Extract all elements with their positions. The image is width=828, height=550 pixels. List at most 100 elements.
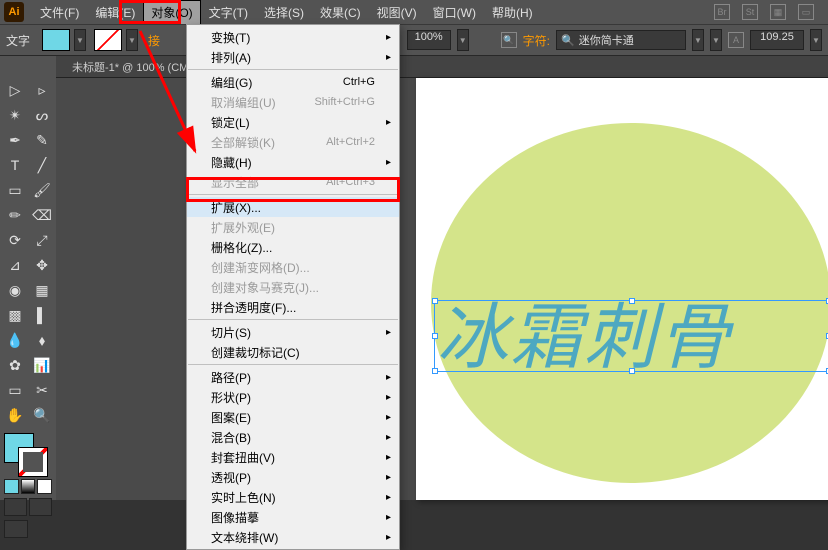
handle-w[interactable] — [432, 333, 438, 339]
selection-tool[interactable]: ▷ — [2, 78, 28, 102]
menu-item-label: 切片(S) — [211, 324, 251, 341]
submenu-arrow-icon: ▸ — [386, 392, 391, 403]
menu-item[interactable]: 形状(P)▸ — [187, 387, 399, 407]
size-dropdown[interactable]: ▼ — [810, 29, 822, 51]
menu-item[interactable]: 文本绕排(W)▸ — [187, 527, 399, 547]
perspective-tool[interactable]: ▦ — [29, 278, 55, 302]
panel-icon-br[interactable]: Br — [714, 4, 730, 20]
menu-item[interactable]: 混合(B)▸ — [187, 427, 399, 447]
menu-item-2[interactable]: 对象(O) — [143, 0, 200, 25]
menu-item[interactable]: 封套扭曲(V)▸ — [187, 447, 399, 467]
menu-item-6[interactable]: 视图(V) — [369, 0, 425, 25]
font-dropdown[interactable]: ▼ — [692, 29, 704, 51]
menu-shortcut: Ctrl+G — [343, 76, 375, 88]
menu-item[interactable]: 图像描摹▸ — [187, 507, 399, 527]
menu-item[interactable]: 编组(G)Ctrl+G — [187, 72, 399, 92]
blend-tool[interactable]: ⬧ — [29, 328, 55, 352]
menu-item[interactable]: 拼合透明度(F)... — [187, 297, 399, 317]
fill-stroke-control[interactable] — [2, 431, 54, 477]
canvas-area[interactable]: 冰霜刺骨 — [56, 78, 828, 500]
menu-separator — [188, 364, 398, 365]
panel-icon-arrange[interactable]: ▭ — [798, 4, 814, 20]
menu-item[interactable]: 实时上色(N)▸ — [187, 487, 399, 507]
magic-wand-tool[interactable]: ✴ — [2, 103, 28, 127]
fill-color-swatch[interactable] — [42, 29, 70, 51]
zoom-tool[interactable]: 🔍 — [29, 403, 55, 427]
search-icon[interactable]: 🔍 — [501, 32, 517, 48]
slice-tool[interactable]: ✂ — [29, 378, 55, 402]
gradient-tool[interactable]: ▌ — [29, 303, 55, 327]
handle-n[interactable] — [629, 298, 635, 304]
mesh-tool[interactable]: ▩ — [2, 303, 28, 327]
font-selector[interactable]: 🔍迷你简卡通 — [556, 30, 686, 50]
lasso-tool[interactable]: ᔕ — [29, 103, 55, 127]
line-tool[interactable]: ╱ — [29, 153, 55, 177]
scale-tool[interactable]: ⤢ — [29, 228, 55, 252]
menu-item-1[interactable]: 编辑(E) — [87, 0, 143, 25]
menu-item-label: 图案(E) — [211, 409, 251, 426]
menu-item-4[interactable]: 选择(S) — [256, 0, 312, 25]
zoom-dropdown[interactable]: ▼ — [457, 29, 469, 51]
stroke-indicator[interactable] — [18, 447, 48, 477]
menu-item[interactable]: 创建裁切标记(C) — [187, 342, 399, 362]
size-input[interactable]: 109.25 — [750, 30, 804, 50]
curvature-tool[interactable]: ✎ — [29, 128, 55, 152]
shape-builder-tool[interactable]: ◉ — [2, 278, 28, 302]
eyedropper-tool[interactable]: 💧 — [2, 328, 28, 352]
menu-item[interactable]: 隐藏(H)▸ — [187, 152, 399, 172]
artboard-tool[interactable]: ▭ — [2, 378, 28, 402]
menu-item[interactable]: 排列(A)▸ — [187, 47, 399, 67]
pen-tool[interactable]: ✒ — [2, 128, 28, 152]
screen-mode[interactable] — [4, 520, 28, 538]
menu-item-0[interactable]: 文件(F) — [32, 0, 87, 25]
eraser-tool[interactable]: ⌫ — [29, 203, 55, 227]
menu-item-3[interactable]: 文字(T) — [201, 0, 256, 25]
menu-item-5[interactable]: 效果(C) — [312, 0, 369, 25]
zoom-input[interactable]: 100% — [407, 30, 451, 50]
menu-item[interactable]: 路径(P)▸ — [187, 367, 399, 387]
free-transform-tool[interactable]: ✥ — [29, 253, 55, 277]
menu-item: 全部解锁(K)Alt+Ctrl+2 — [187, 132, 399, 152]
width-tool[interactable]: ⊿ — [2, 253, 28, 277]
menu-item[interactable]: 图案(E) ▸ — [187, 407, 399, 427]
paintbrush-tool[interactable]: 🖌 — [29, 178, 55, 202]
menu-item[interactable]: 锁定(L)▸ — [187, 112, 399, 132]
char-panel-icon[interactable]: A — [728, 32, 744, 48]
menu-item-8[interactable]: 帮助(H) — [484, 0, 541, 25]
handle-s[interactable] — [629, 368, 635, 374]
direct-selection-tool[interactable]: ▹ — [29, 78, 55, 102]
menu-item-7[interactable]: 窗口(W) — [425, 0, 484, 25]
submenu-arrow-icon: ▸ — [386, 492, 391, 503]
menu-item: 扩展外观(E) — [187, 217, 399, 237]
none-mode[interactable] — [37, 479, 52, 494]
rotate-tool[interactable]: ⟳ — [2, 228, 28, 252]
submenu-arrow-icon: ▸ — [386, 472, 391, 483]
menu-item-label: 取消编组(U) — [211, 94, 276, 111]
submenu-arrow-icon: ▸ — [386, 412, 391, 423]
draw-normal[interactable] — [4, 498, 27, 516]
menu-item[interactable]: 切片(S) ▸ — [187, 322, 399, 342]
document-tab[interactable]: 未标题-1* @ 100% (CM — [62, 59, 198, 75]
fill-dropdown[interactable]: ▼ — [74, 29, 86, 51]
hand-tool[interactable]: ✋ — [2, 403, 28, 427]
symbol-sprayer-tool[interactable]: ✿ — [2, 353, 28, 377]
stroke-dropdown[interactable]: ▼ — [126, 29, 138, 51]
style-dropdown[interactable]: ▼ — [710, 29, 722, 51]
panel-icon-grid[interactable]: ▦ — [770, 4, 786, 20]
draw-behind[interactable] — [29, 498, 52, 516]
menu-item[interactable]: 变换(T)▸ — [187, 27, 399, 47]
color-mode[interactable] — [4, 479, 19, 494]
panel-icon-st[interactable]: St — [742, 4, 758, 20]
type-tool[interactable]: T — [2, 153, 28, 177]
graph-tool[interactable]: 📊 — [29, 353, 55, 377]
rectangle-tool[interactable]: ▭ — [2, 178, 28, 202]
menu-item[interactable]: 栅格化(Z)... — [187, 237, 399, 257]
handle-sw[interactable] — [432, 368, 438, 374]
gradient-mode[interactable] — [21, 479, 36, 494]
menu-item[interactable]: 透视(P)▸ — [187, 467, 399, 487]
stroke-color-swatch[interactable] — [94, 29, 122, 51]
submenu-arrow-icon: ▸ — [386, 327, 391, 338]
handle-nw[interactable] — [432, 298, 438, 304]
menu-item[interactable]: 扩展(X)... — [187, 197, 399, 217]
pencil-tool[interactable]: ✏ — [2, 203, 28, 227]
